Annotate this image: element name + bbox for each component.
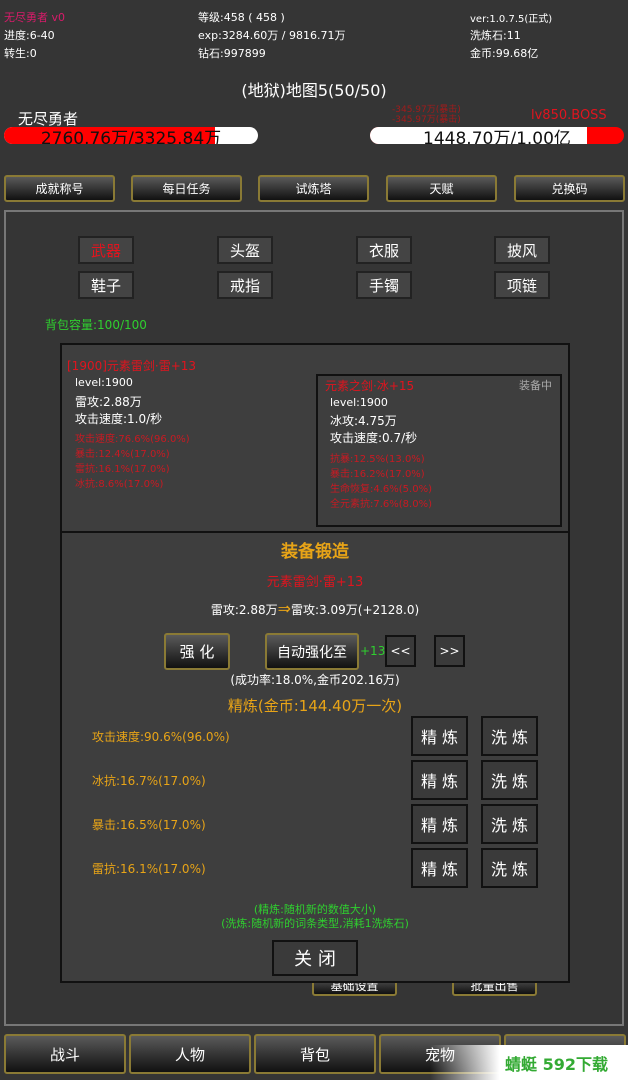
- reroll-button[interactable]: 洗 炼: [481, 804, 538, 844]
- forge-compare: 雷攻:2.88万⇒雷攻:3.09万(+2128.0): [210, 599, 420, 618]
- new-item-level: level:1900: [75, 376, 133, 389]
- equipped-badge: 装备中: [519, 379, 552, 392]
- boss-label: lv850.BOSS: [531, 108, 607, 123]
- reroll-button[interactable]: 洗 炼: [481, 716, 538, 756]
- watermark: 蜻蜓 592下载: [430, 1045, 628, 1080]
- forge-item-name: 元素雷剑·雷+13: [266, 575, 364, 590]
- equipped-item-level: level:1900: [330, 396, 388, 409]
- equipped-item-name: 元素之剑·冰+15: [325, 379, 415, 393]
- equipped-item-attack: 冰攻:4.75万: [330, 414, 397, 428]
- top-button[interactable]: 每日任务: [131, 175, 242, 202]
- category-tab[interactable]: 武器: [78, 236, 134, 264]
- auto-target: +13: [360, 644, 386, 658]
- damage-text: -345.97万(暴击): [392, 115, 461, 125]
- divider: [60, 531, 570, 533]
- auto-enhance-button[interactable]: 自动强化至: [265, 633, 359, 670]
- player-name: 无尽勇者 v0: [4, 11, 66, 24]
- player-label: 无尽勇者: [18, 110, 79, 128]
- refine-button[interactable]: 精 炼: [411, 716, 468, 756]
- new-item-attack: 雷攻:2.88万: [75, 395, 142, 409]
- affix-text: 攻击速度:76.6%(96.0%): [75, 434, 190, 445]
- enhance-button[interactable]: 强 化: [164, 633, 230, 670]
- progress: 进度:6-40: [4, 29, 55, 42]
- equipped-item-speed: 攻击速度:0.7/秒: [330, 431, 418, 445]
- exp: exp:3284.60万 / 9816.71万: [198, 29, 346, 42]
- refine-affix-label: 攻击速度:90.6%(96.0%): [92, 730, 230, 744]
- decrease-target-button[interactable]: <<: [385, 635, 416, 667]
- player-hp-text: 2760.76万/3325.84万: [40, 129, 222, 144]
- boss-hp-bar: 1448.70万/1.00亿: [370, 127, 624, 144]
- category-tab[interactable]: 衣服: [356, 236, 412, 264]
- diamonds: 钻石:997899: [198, 47, 266, 60]
- top-button[interactable]: 试炼塔: [258, 175, 369, 202]
- refine-affix-label: 暴击:16.5%(17.0%): [92, 818, 206, 832]
- nav-0[interactable]: 战斗: [4, 1034, 126, 1074]
- category-tab[interactable]: 项链: [494, 271, 550, 299]
- refine-stones: 洗炼石:11: [470, 29, 521, 42]
- reroll-note: (洗炼:随机新的词条类型,消耗1洗炼石): [221, 917, 409, 930]
- category-tab[interactable]: 披风: [494, 236, 550, 264]
- category-tab[interactable]: 手镯: [356, 271, 412, 299]
- enhance-cost: (成功率:18.0%,金币202.16万): [230, 673, 400, 687]
- vip-badge: v0: [51, 11, 66, 24]
- refine-button[interactable]: 精 炼: [411, 804, 468, 844]
- top-button[interactable]: 天赋: [386, 175, 497, 202]
- arrow-icon: ⇒: [277, 599, 291, 618]
- affix-text: 暴击:12.4%(17.0%): [75, 449, 170, 460]
- version: ver:1.0.7.5(正式): [470, 14, 553, 25]
- reroll-button[interactable]: 洗 炼: [481, 760, 538, 800]
- refine-button[interactable]: 精 炼: [411, 760, 468, 800]
- affix-text: 雷抗:16.1%(17.0%): [75, 464, 170, 475]
- gold: 金币:99.68亿: [470, 47, 539, 60]
- level: 等级:458 ( 458 ): [198, 11, 285, 24]
- affix-text: 暴击:16.2%(17.0%): [330, 469, 425, 480]
- bag-capacity: 背包容量:100/100: [45, 318, 147, 332]
- map-title: (地狱)地图5(50/50): [241, 81, 387, 100]
- affix-text: 全元素抗:7.6%(8.0%): [330, 499, 432, 510]
- affix-text: 抗暴:12.5%(13.0%): [330, 454, 425, 465]
- category-tab[interactable]: 戒指: [217, 271, 273, 299]
- new-item-speed: 攻击速度:1.0/秒: [75, 412, 163, 426]
- nav-2[interactable]: 背包: [254, 1034, 376, 1074]
- top-button[interactable]: 兑换码: [514, 175, 625, 202]
- category-tab[interactable]: 头盔: [217, 236, 273, 264]
- nav-1[interactable]: 人物: [129, 1034, 251, 1074]
- category-tab[interactable]: 鞋子: [78, 271, 134, 299]
- close-button[interactable]: 关 闭: [272, 940, 358, 976]
- refine-title: 精炼(金币:144.40万一次): [227, 697, 403, 715]
- affix-text: 生命恢复:4.6%(5.0%): [330, 484, 432, 495]
- forge-title: 装备锻造: [281, 542, 349, 562]
- refine-affix-label: 雷抗:16.1%(17.0%): [92, 862, 206, 876]
- refine-affix-label: 冰抗:16.7%(17.0%): [92, 774, 206, 788]
- affix-text: 冰抗:8.6%(17.0%): [75, 479, 164, 490]
- boss-hp-text: 1448.70万/1.00亿: [423, 129, 571, 144]
- player-hp-bar: 2760.76万/3325.84万: [4, 127, 258, 144]
- increase-target-button[interactable]: >>: [434, 635, 465, 667]
- new-item-name: [1900]元素雷剑·雷+13: [67, 359, 197, 373]
- refine-button[interactable]: 精 炼: [411, 848, 468, 888]
- rebirth: 转生:0: [4, 47, 37, 60]
- top-button[interactable]: 成就称号: [4, 175, 115, 202]
- reroll-button[interactable]: 洗 炼: [481, 848, 538, 888]
